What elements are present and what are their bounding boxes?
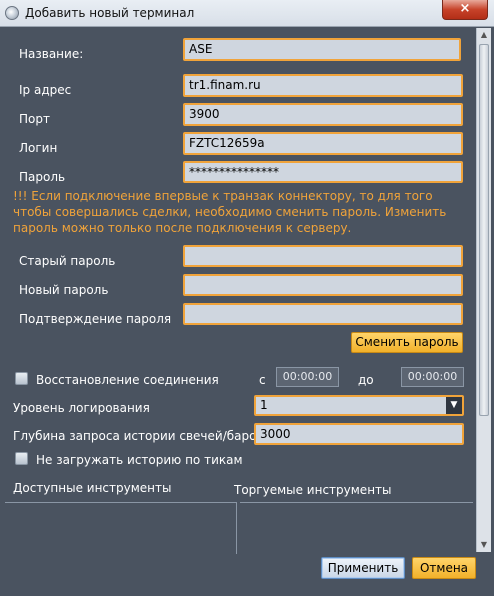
logging-level-value: 1	[260, 398, 268, 412]
port-label: Порт	[19, 112, 50, 126]
name-label: Название:	[19, 47, 84, 61]
ip-label: Ip адрес	[19, 83, 72, 97]
new-password-input[interactable]	[183, 274, 463, 296]
ip-input[interactable]: tr1.finam.ru	[183, 74, 463, 97]
confirm-password-input[interactable]	[183, 303, 463, 325]
cancel-button[interactable]: Отмена	[412, 557, 476, 579]
scroll-thumb[interactable]	[479, 44, 489, 416]
change-password-button[interactable]: Сменить пароль	[351, 332, 463, 353]
old-password-input[interactable]	[183, 245, 463, 267]
no-ticks-checkbox[interactable]	[15, 452, 28, 465]
name-input[interactable]: ASE	[183, 38, 461, 61]
warning-text: !!! Если подключение впервые к транзак к…	[13, 189, 447, 235]
apply-button[interactable]: Применить	[321, 557, 405, 579]
available-instruments-label: Доступные инструменты	[13, 481, 172, 495]
reconnect-to-input[interactable]: 00:00:00	[401, 367, 464, 387]
title-bar: Добавить новый терминал ×	[0, 0, 494, 27]
reconnect-from-input[interactable]: 00:00:00	[276, 367, 339, 387]
new-password-label: Новый пароль	[19, 283, 109, 297]
logging-label: Уровень логирования	[13, 401, 150, 415]
reconnect-checkbox[interactable]	[15, 372, 28, 385]
available-instruments-list[interactable]	[5, 502, 237, 554]
logging-level-select[interactable]: 1 ▼	[254, 395, 464, 416]
password-input[interactable]: ***************	[183, 161, 463, 183]
window-title: Добавить новый терминал	[25, 6, 195, 20]
confirm-password-label: Подтверждение пароля	[19, 312, 172, 326]
history-depth-input[interactable]: 3000	[254, 423, 464, 445]
traded-instruments-list[interactable]	[240, 502, 473, 554]
login-label: Логин	[19, 141, 58, 155]
scroll-down-icon[interactable]: ▼	[477, 538, 491, 552]
old-password-label: Старый пароль	[19, 254, 116, 268]
app-icon	[5, 6, 19, 20]
vertical-scrollbar[interactable]: ▲ ▼	[476, 28, 491, 552]
scroll-up-icon[interactable]: ▲	[477, 28, 491, 42]
reconnect-from-label: с	[259, 373, 266, 387]
login-input[interactable]: FZTC12659a	[183, 132, 463, 155]
reconnect-to-label: до	[358, 373, 374, 387]
no-ticks-label: Не загружать историю по тикам	[36, 453, 243, 467]
close-button[interactable]: ×	[442, 0, 488, 20]
history-depth-label: Глубина запроса истории свечей/баров	[13, 429, 264, 443]
password-label: Пароль	[19, 170, 66, 184]
traded-instruments-label: Торгуемые инструменты	[234, 483, 392, 497]
chevron-down-icon[interactable]: ▼	[446, 397, 462, 414]
reconnect-label: Восстановление соединения	[36, 373, 219, 387]
port-input[interactable]: 3900	[183, 103, 463, 126]
